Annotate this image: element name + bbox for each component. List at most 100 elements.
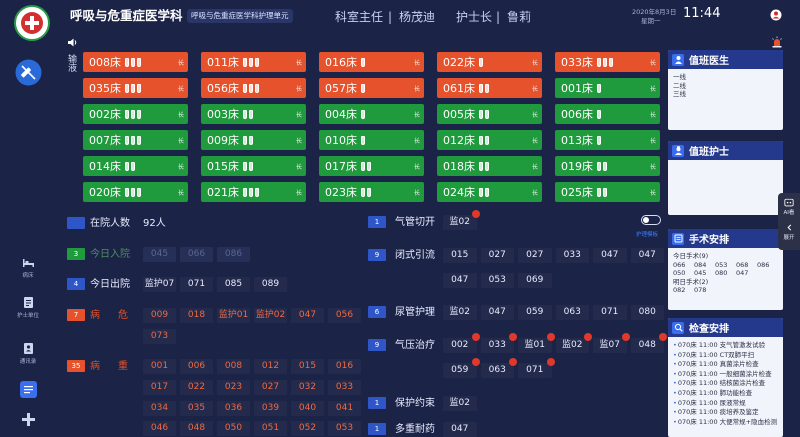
bed-code[interactable]: 035	[180, 401, 213, 416]
exam-item[interactable]: 070床 11:00 结核菌涂片检查	[673, 379, 778, 389]
bed-code[interactable]: 040	[291, 401, 324, 416]
bed-code[interactable]: 023	[217, 380, 250, 395]
speaker-icon[interactable]	[67, 37, 78, 48]
exam-item[interactable]: 070床 11:00 一般细菌涂片检查	[673, 370, 778, 380]
bed-code[interactable]: 033	[328, 380, 361, 395]
bed-code[interactable]: 085	[217, 277, 250, 292]
bed-code[interactable]: 046	[143, 421, 176, 436]
bed-code[interactable]: 053	[328, 421, 361, 436]
sidebar-item-beds[interactable]: 病床	[6, 256, 50, 279]
bed-code[interactable]: 089	[254, 277, 287, 292]
chat-icon[interactable]	[20, 381, 37, 398]
bed-tile[interactable]: 008床 长	[83, 52, 188, 72]
bed-tile[interactable]: 023床 长	[319, 182, 424, 202]
surgery-bed[interactable]: 086	[757, 261, 778, 270]
bed-code[interactable]: 022	[180, 380, 213, 395]
bed-code[interactable]: 001	[143, 359, 176, 374]
bed-code[interactable]: 027	[254, 380, 287, 395]
bed-code[interactable]: 071	[593, 305, 627, 320]
bed-code[interactable]: 071	[518, 358, 555, 378]
bed-tile[interactable]: 061床 长	[437, 78, 542, 98]
bed-tile[interactable]: 007床 长	[83, 130, 188, 150]
bed-code[interactable]: 039	[254, 401, 287, 416]
bed-tile[interactable]: 024床 长	[437, 182, 542, 202]
bed-code[interactable]: 047	[291, 308, 324, 323]
bed-code[interactable]: 053	[481, 273, 515, 288]
bed-tile[interactable]: 012床 长	[437, 130, 542, 150]
nursing-unit-badge[interactable]: 呼吸与危重症医学科护理单元	[187, 9, 293, 23]
surgery-bed[interactable]: 078	[694, 286, 715, 295]
bed-code[interactable]: 036	[217, 401, 250, 416]
bed-tile[interactable]: 025床 长	[555, 182, 660, 202]
bed-code[interactable]: 009	[143, 308, 176, 323]
bed-code[interactable]: 033	[556, 248, 590, 263]
bed-code[interactable]: 047	[481, 305, 515, 320]
bed-code[interactable]: 050	[217, 421, 250, 436]
user-icon[interactable]	[770, 9, 782, 21]
bed-code[interactable]: 063	[481, 358, 517, 378]
bed-code[interactable]: 监护02	[254, 308, 287, 323]
bed-code[interactable]: 027	[518, 248, 552, 263]
surgery-bed[interactable]: 066	[673, 261, 694, 270]
bed-code[interactable]: 048	[180, 421, 213, 436]
bed-code[interactable]: 012	[254, 359, 287, 374]
ai-view-icon[interactable]	[784, 198, 794, 208]
bed-tile[interactable]: 004床 长	[319, 104, 424, 124]
exam-item[interactable]: 070床 11:00 支气管激发试验	[673, 341, 778, 351]
bed-code[interactable]: 045	[143, 247, 176, 262]
bed-code[interactable]: 监护01	[217, 308, 250, 323]
bed-tile[interactable]: 015床 长	[201, 156, 306, 176]
bed-code[interactable]: 027	[481, 248, 515, 263]
exam-item[interactable]: 070床 11:00 尿液常规	[673, 399, 778, 409]
bed-code[interactable]: 047	[593, 248, 627, 263]
nursing-template-toggle[interactable]	[641, 215, 661, 225]
bed-code[interactable]: 监01	[518, 333, 555, 353]
bed-code[interactable]: 034	[143, 401, 176, 416]
bed-code[interactable]: 监护07	[143, 277, 176, 292]
add-icon[interactable]	[21, 412, 36, 427]
bed-tile[interactable]: 035床 长	[83, 78, 188, 98]
bed-code[interactable]: 048	[631, 333, 667, 353]
bed-code[interactable]: 监07	[593, 333, 630, 353]
bed-tile[interactable]: 033床 长	[555, 52, 660, 72]
bed-code[interactable]: 016	[328, 359, 361, 374]
surgery-bed[interactable]: 080	[715, 269, 736, 278]
bed-tile[interactable]: 014床 长	[83, 156, 188, 176]
bed-code[interactable]: 086	[217, 247, 250, 262]
bed-tile[interactable]: 005床 长	[437, 104, 542, 124]
alarm-icon[interactable]	[771, 36, 783, 48]
bed-code[interactable]: 018	[180, 308, 213, 323]
surgery-bed[interactable]: 050	[673, 269, 694, 278]
bed-tile[interactable]: 018床 长	[437, 156, 542, 176]
sidebar-item-contacts[interactable]: 通讯录	[6, 342, 50, 365]
bed-code[interactable]: 监02	[443, 396, 477, 411]
surgery-bed[interactable]: 082	[673, 286, 694, 295]
bed-tile[interactable]: 020床 长	[83, 182, 188, 202]
bed-code[interactable]: 063	[556, 305, 590, 320]
surgery-bed[interactable]: 053	[715, 261, 736, 270]
bed-code[interactable]: 069	[518, 273, 552, 288]
bed-tile[interactable]: 001床 长	[555, 78, 660, 98]
bed-code[interactable]: 071	[180, 277, 213, 292]
surgery-bed[interactable]: 084	[694, 261, 715, 270]
toggle-label[interactable]: 护理模板	[636, 230, 658, 238]
bed-code[interactable]: 015	[291, 359, 324, 374]
bed-code[interactable]: 047	[443, 273, 477, 288]
bed-code[interactable]: 047	[443, 422, 477, 437]
bed-code[interactable]: 056	[328, 308, 361, 323]
bed-code[interactable]: 监02	[443, 305, 477, 320]
exam-item[interactable]: 070床 11:00 真菌涂片检查	[673, 360, 778, 370]
bed-code[interactable]: 监02	[556, 333, 592, 353]
bed-tile[interactable]: 021床 长	[201, 182, 306, 202]
bed-tile[interactable]: 056床 长	[201, 78, 306, 98]
bed-tile[interactable]: 022床 长	[437, 52, 542, 72]
bed-tile[interactable]: 013床 长	[555, 130, 660, 150]
bed-code[interactable]: 008	[217, 359, 250, 374]
exam-item[interactable]: 070床 11:00 痰培养及鉴定	[673, 408, 778, 418]
bed-code[interactable]: 052	[291, 421, 324, 436]
bed-code[interactable]: 051	[254, 421, 287, 436]
bed-code[interactable]: 047	[631, 248, 665, 263]
sidebar-item-nurse-unit[interactable]: 护士单位	[6, 296, 50, 319]
exam-item[interactable]: 070床 11:00 CT双肺平扫	[673, 351, 778, 361]
bed-tile[interactable]: 010床 长	[319, 130, 424, 150]
